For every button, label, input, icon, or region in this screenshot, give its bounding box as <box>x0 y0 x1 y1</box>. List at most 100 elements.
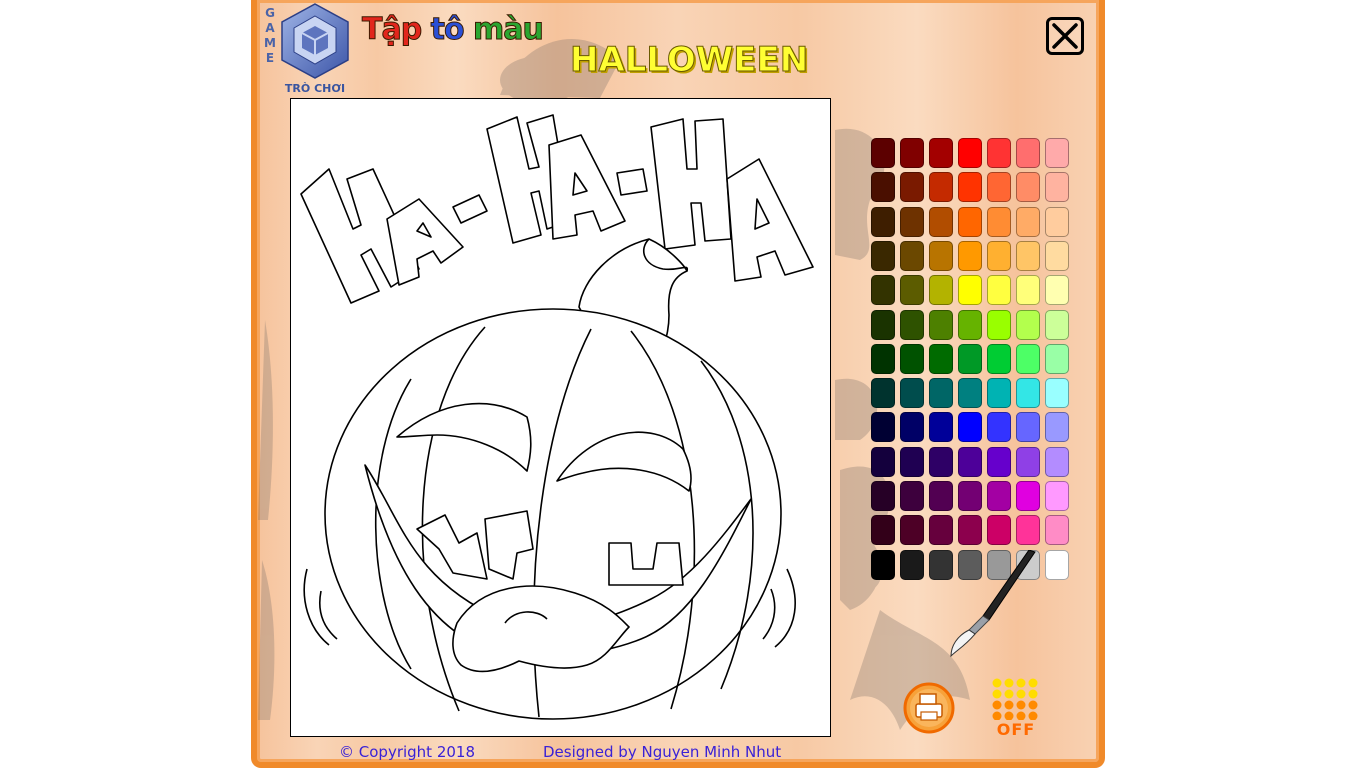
color-swatch[interactable] <box>900 206 924 237</box>
color-swatch[interactable] <box>929 481 953 511</box>
color-swatch[interactable] <box>929 240 953 271</box>
color-swatch[interactable] <box>987 275 1011 306</box>
color-swatch[interactable] <box>900 309 924 340</box>
color-swatch[interactable] <box>1016 240 1040 271</box>
color-swatch[interactable] <box>958 309 982 340</box>
color-swatch[interactable] <box>987 206 1011 237</box>
color-swatch[interactable] <box>929 412 953 443</box>
color-swatch[interactable] <box>1016 378 1040 409</box>
color-swatch[interactable] <box>1045 481 1069 511</box>
color-swatch[interactable] <box>900 446 924 477</box>
color-swatch[interactable] <box>900 412 924 443</box>
color-swatch[interactable] <box>987 481 1011 511</box>
color-swatch[interactable] <box>900 275 924 306</box>
color-swatch[interactable] <box>1016 206 1040 237</box>
color-swatch[interactable] <box>958 206 982 237</box>
color-swatch[interactable] <box>958 240 982 271</box>
color-swatch[interactable] <box>987 378 1011 409</box>
logo-letter: M <box>264 36 276 50</box>
color-swatch[interactable] <box>1045 343 1069 374</box>
color-swatch[interactable] <box>1016 446 1040 477</box>
color-swatch[interactable] <box>1045 309 1069 340</box>
color-swatch[interactable] <box>871 343 895 374</box>
color-swatch[interactable] <box>900 172 924 203</box>
color-swatch[interactable] <box>871 412 895 443</box>
color-swatch[interactable] <box>987 515 1011 546</box>
sound-dot <box>992 700 1002 710</box>
color-swatch[interactable] <box>929 446 953 477</box>
color-swatch[interactable] <box>871 275 895 306</box>
pumpkin-lineart[interactable] <box>291 99 832 738</box>
color-swatch[interactable] <box>958 481 982 511</box>
color-swatch[interactable] <box>1045 206 1069 237</box>
color-swatch[interactable] <box>1045 378 1069 409</box>
color-swatch[interactable] <box>987 240 1011 271</box>
color-swatch[interactable] <box>1016 309 1040 340</box>
color-swatch[interactable] <box>871 481 895 511</box>
color-swatch[interactable] <box>1045 446 1069 477</box>
color-swatch[interactable] <box>1016 343 1040 374</box>
close-button[interactable] <box>1046 17 1084 55</box>
sound-dot <box>1028 700 1038 710</box>
color-swatch[interactable] <box>900 378 924 409</box>
color-swatch[interactable] <box>929 138 953 168</box>
sound-dot <box>1016 689 1026 699</box>
color-swatch[interactable] <box>958 378 982 409</box>
paintbrush-icon[interactable] <box>945 550 1040 660</box>
color-swatch[interactable] <box>871 446 895 477</box>
color-swatch[interactable] <box>1016 138 1040 168</box>
color-swatch[interactable] <box>1045 412 1069 443</box>
color-swatch[interactable] <box>929 172 953 203</box>
color-swatch[interactable] <box>958 343 982 374</box>
color-swatch[interactable] <box>958 515 982 546</box>
print-button[interactable] <box>903 682 955 734</box>
color-swatch[interactable] <box>929 275 953 306</box>
color-swatch[interactable] <box>871 138 895 168</box>
color-swatch[interactable] <box>987 412 1011 443</box>
color-swatch[interactable] <box>871 172 895 203</box>
color-swatch[interactable] <box>987 343 1011 374</box>
color-swatch[interactable] <box>900 343 924 374</box>
color-swatch[interactable] <box>900 549 924 580</box>
color-swatch[interactable] <box>871 309 895 340</box>
color-swatch[interactable] <box>1016 172 1040 203</box>
color-swatch[interactable] <box>871 378 895 409</box>
color-swatch[interactable] <box>871 206 895 237</box>
logo-letter: G <box>265 6 275 20</box>
color-swatch[interactable] <box>987 138 1011 168</box>
color-swatch[interactable] <box>958 412 982 443</box>
color-swatch[interactable] <box>1045 549 1069 580</box>
color-swatch[interactable] <box>1016 481 1040 511</box>
color-swatch[interactable] <box>1016 515 1040 546</box>
color-swatch[interactable] <box>900 138 924 168</box>
color-swatch[interactable] <box>1045 275 1069 306</box>
color-swatch[interactable] <box>871 549 895 580</box>
color-swatch[interactable] <box>1045 515 1069 546</box>
color-swatch[interactable] <box>958 138 982 168</box>
color-swatch[interactable] <box>871 515 895 546</box>
logo-caption: TRÒ CHƠI <box>284 82 346 95</box>
coloring-canvas[interactable] <box>290 98 831 737</box>
color-swatch[interactable] <box>987 172 1011 203</box>
color-swatch[interactable] <box>900 515 924 546</box>
color-swatch[interactable] <box>871 240 895 271</box>
color-swatch[interactable] <box>1045 172 1069 203</box>
color-swatch[interactable] <box>900 481 924 511</box>
color-swatch[interactable] <box>958 446 982 477</box>
color-swatch[interactable] <box>1045 138 1069 168</box>
color-swatch[interactable] <box>929 309 953 340</box>
color-swatch[interactable] <box>929 378 953 409</box>
color-swatch[interactable] <box>900 240 924 271</box>
letter-a1 <box>386 198 464 286</box>
color-swatch[interactable] <box>1016 275 1040 306</box>
color-swatch[interactable] <box>1016 412 1040 443</box>
color-swatch[interactable] <box>987 309 1011 340</box>
color-swatch[interactable] <box>1045 240 1069 271</box>
color-swatch[interactable] <box>958 172 982 203</box>
color-swatch[interactable] <box>929 206 953 237</box>
color-swatch[interactable] <box>929 515 953 546</box>
sound-dot <box>1028 678 1038 688</box>
color-swatch[interactable] <box>987 446 1011 477</box>
color-swatch[interactable] <box>958 275 982 306</box>
color-swatch[interactable] <box>929 343 953 374</box>
